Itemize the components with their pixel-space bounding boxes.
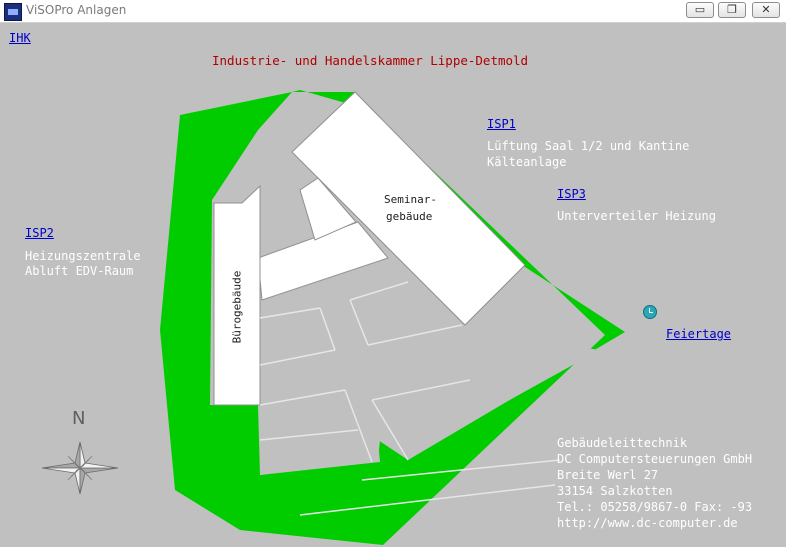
- clock-icon[interactable]: [643, 305, 657, 319]
- minimize-button[interactable]: ▭: [686, 2, 714, 18]
- isp3-description: Unterverteiler Heizung: [557, 209, 716, 223]
- ihk-link[interactable]: IHK: [9, 31, 31, 45]
- isp2-description-1: Heizungszentrale: [25, 249, 141, 263]
- isp1-link[interactable]: ISP1: [487, 117, 516, 131]
- close-button[interactable]: ✕: [752, 2, 780, 18]
- isp1-description-1: Lüftung Saal 1/2 und Kantine: [487, 139, 690, 153]
- window-title: ViSOPro Anlagen: [26, 3, 127, 17]
- company-line-2: DC Computersteuerungen GmbH: [557, 452, 753, 466]
- company-line-1: Gebäudeleittechnik: [557, 436, 688, 450]
- feiertage-link[interactable]: Feiertage: [666, 327, 731, 341]
- site-plan-canvas: IHK Industrie- und Handelskammer Lippe-D…: [0, 22, 786, 547]
- company-line-5: Tel.: 05258/9867-0 Fax: -93: [557, 500, 753, 514]
- compass-north-label: N: [72, 408, 86, 429]
- company-line-6: http://www.dc-computer.de: [557, 516, 738, 530]
- isp2-link[interactable]: ISP2: [25, 226, 54, 240]
- app-icon: [4, 3, 22, 21]
- restore-button[interactable]: ❐: [718, 2, 746, 18]
- seminar-label-2: gebäude: [386, 210, 433, 223]
- compass-rose-icon: [41, 441, 119, 495]
- seminar-label-1: Seminar-: [384, 193, 437, 206]
- office-building-label: Bürogebäude: [230, 270, 244, 344]
- isp2-description-2: Abluft EDV-Raum: [25, 264, 134, 278]
- company-line-3: Breite Werl 27: [557, 468, 659, 482]
- isp1-description-2: Kälteanlage: [487, 155, 567, 169]
- company-line-4: 33154 Salzkotten: [557, 484, 673, 498]
- page-title: Industrie- und Handelskammer Lippe-Detmo…: [212, 53, 529, 68]
- isp3-link[interactable]: ISP3: [557, 187, 586, 201]
- title-bar: ViSOPro Anlagen ▭ ❐ ✕: [0, 0, 786, 23]
- site-plan-graphic: [41, 90, 625, 545]
